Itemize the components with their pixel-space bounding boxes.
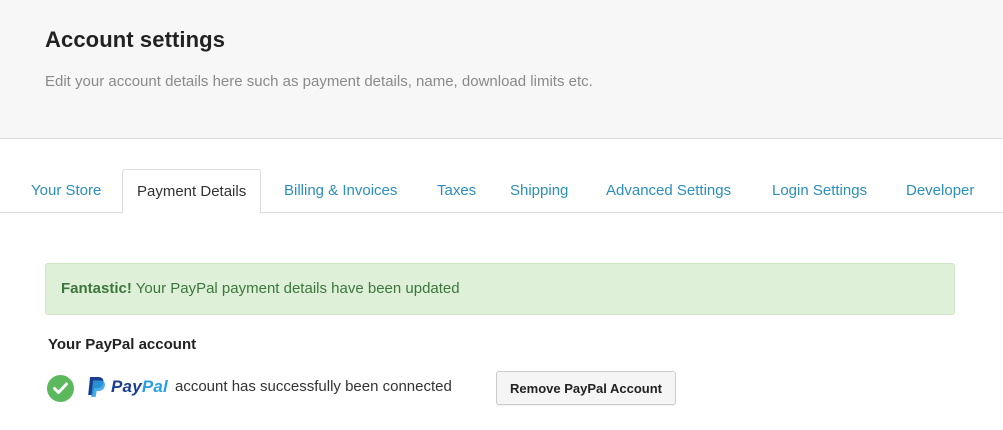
settings-tabs: Your Store Payment Details Billing & Inv…: [0, 169, 1003, 214]
success-alert: Fantastic! Your PayPal payment details h…: [45, 263, 955, 315]
check-circle-icon: [47, 375, 74, 402]
paypal-wordmark-pal: Pal: [141, 377, 168, 396]
paypal-wordmark: PayPal: [111, 377, 168, 397]
tab-developer[interactable]: Developer: [906, 169, 974, 213]
page-subtitle: Edit your account details here such as p…: [45, 73, 593, 90]
tab-login-settings[interactable]: Login Settings: [772, 169, 867, 213]
tab-advanced-settings[interactable]: Advanced Settings: [606, 169, 731, 213]
page-header: Account settings Edit your account detai…: [0, 0, 1003, 139]
tab-your-store[interactable]: Your Store: [31, 169, 101, 213]
alert-strong-text: Fantastic!: [61, 280, 132, 297]
tab-taxes[interactable]: Taxes: [437, 169, 476, 213]
paypal-mark-icon: [88, 377, 105, 397]
paypal-section-heading: Your PayPal account: [48, 336, 197, 353]
paypal-logo: PayPal: [86, 374, 176, 402]
paypal-connected-text: account has successfully been connected: [175, 378, 452, 395]
page-title: Account settings: [45, 27, 226, 52]
tab-shipping[interactable]: Shipping: [510, 169, 568, 213]
tab-payment-details[interactable]: Payment Details: [122, 169, 262, 214]
remove-paypal-account-button[interactable]: Remove PayPal Account: [496, 371, 676, 405]
paypal-wordmark-pay: Pay: [111, 377, 142, 396]
tab-billing-invoices[interactable]: Billing & Invoices: [284, 169, 397, 213]
alert-message: Your PayPal payment details have been up…: [131, 280, 460, 297]
